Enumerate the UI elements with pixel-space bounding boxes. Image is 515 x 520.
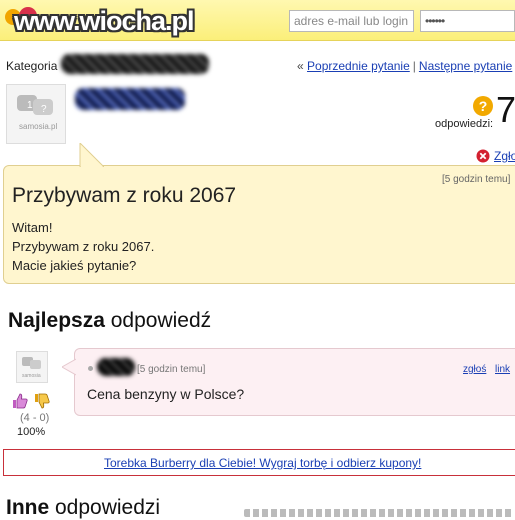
default-avatar-icon: samosia: [22, 357, 41, 379]
speech-bubble-tail: [79, 143, 104, 167]
svg-text:samosia.pl: samosia.pl: [19, 122, 57, 131]
question-mark-icon: ?: [473, 96, 493, 116]
svg-text:samosia: samosia: [22, 373, 41, 379]
asker-username-redacted[interactable]: [75, 88, 185, 110]
answers-count: 7: [496, 89, 515, 130]
report-answer-link[interactable]: zgłoś: [463, 364, 486, 375]
ad-link[interactable]: Torebka Burberry dla Ciebie! Wygraj torb…: [104, 456, 421, 470]
answers-count-label: odpowiedzi:: [435, 118, 494, 130]
email-login-input[interactable]: [289, 10, 414, 32]
speech-bubble-tail: [62, 358, 76, 376]
svg-text:1: 1: [27, 100, 33, 111]
default-avatar-icon: 1 ? samosia.pl: [17, 95, 57, 131]
vote-counts: (4 - 0): [20, 412, 50, 424]
question-body-line: Macie jakieś pytanie?: [12, 258, 137, 273]
question-body-line: Witam!: [12, 220, 53, 235]
report-question-link[interactable]: Zgło: [494, 149, 515, 163]
svg-text:?: ?: [41, 104, 47, 115]
other-answers-heading: Inne odpowiedzi: [6, 496, 160, 520]
thumbs-up-icon[interactable]: [12, 393, 28, 409]
category-name-redacted[interactable]: [61, 54, 209, 74]
question-navigation: « Poprzednie pytanie | Następne pytanie: [297, 59, 512, 73]
svg-text:?: ?: [479, 98, 488, 114]
question-timestamp: [5 godzin temu]: [442, 174, 511, 185]
category-label: Kategoria: [6, 59, 58, 73]
other-answers-heading-bold: Inne: [6, 496, 50, 519]
next-question-link[interactable]: Następne pytanie: [419, 59, 512, 73]
bullet-icon: [88, 366, 93, 371]
question-body-line: Przybywam z roku 2067.: [12, 239, 155, 254]
other-answers-heading-rest: odpowiedzi: [49, 496, 161, 519]
question-title: Przybywam z roku 2067: [12, 184, 237, 207]
best-answer-text: Cena benzyny w Polsce?: [87, 386, 245, 402]
password-input[interactable]: ••••••: [420, 10, 515, 32]
thumbs-down-icon[interactable]: [34, 393, 50, 409]
answer-permalink[interactable]: link: [495, 364, 510, 375]
nav-separator: |: [412, 59, 416, 73]
best-answer-box: [74, 348, 515, 416]
report-icon[interactable]: [476, 149, 490, 163]
vote-percent: 100%: [17, 426, 46, 438]
sort-options-blurred: [244, 509, 514, 517]
answerer-username-redacted[interactable]: [97, 358, 135, 376]
best-answer-heading-rest: odpowiedź: [104, 309, 212, 332]
prev-arrow: «: [297, 59, 304, 73]
question-body: Witam! Przybywam z roku 2067. Macie jaki…: [12, 218, 154, 275]
answerer-avatar[interactable]: samosia: [16, 351, 48, 383]
previous-question-link[interactable]: Poprzednie pytanie: [307, 59, 410, 73]
best-answer-heading: Najlepsza odpowiedź: [8, 309, 211, 333]
best-answer-heading-bold: Najlepsza: [8, 309, 105, 332]
asker-avatar[interactable]: 1 ? samosia.pl: [6, 84, 66, 144]
answer-timestamp: [5 godzin temu]: [137, 364, 206, 375]
site-logo[interactable]: www.wiocha.pl: [14, 6, 195, 37]
